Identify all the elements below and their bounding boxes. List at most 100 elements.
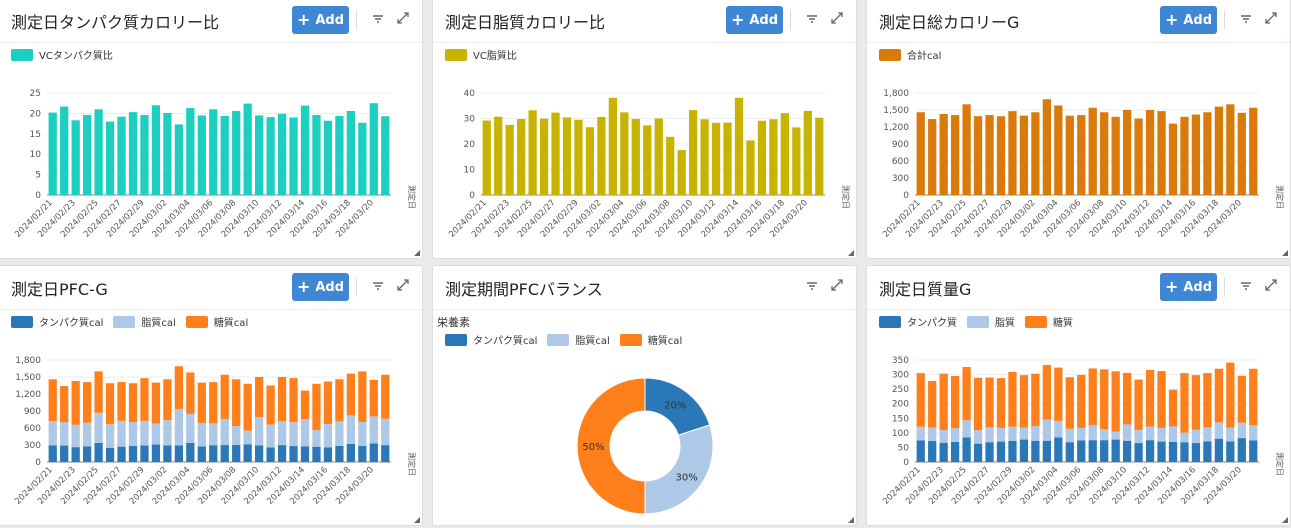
bar[interactable] — [1100, 369, 1109, 430]
bar[interactable] — [266, 117, 275, 195]
bar[interactable] — [1077, 440, 1086, 462]
bar[interactable] — [369, 379, 378, 417]
bar[interactable] — [1203, 373, 1212, 428]
bar[interactable] — [1054, 105, 1063, 195]
bar[interactable] — [996, 427, 1006, 442]
bar[interactable] — [140, 445, 149, 462]
bar[interactable] — [1123, 110, 1132, 195]
bar[interactable] — [517, 119, 526, 195]
bar[interactable] — [1214, 106, 1223, 195]
bar[interactable] — [335, 115, 344, 195]
bar[interactable] — [151, 423, 161, 445]
bar[interactable] — [928, 119, 937, 195]
bar[interactable] — [1203, 441, 1212, 462]
bar[interactable] — [243, 383, 252, 431]
bar[interactable] — [323, 120, 333, 195]
bar[interactable] — [551, 112, 560, 195]
bar[interactable] — [128, 422, 138, 447]
bar[interactable] — [1203, 427, 1212, 442]
bar[interactable] — [312, 115, 321, 195]
bar[interactable] — [1145, 110, 1155, 195]
donut-slice[interactable] — [644, 424, 714, 515]
bar[interactable] — [494, 116, 503, 195]
bar[interactable] — [1019, 375, 1029, 428]
bar[interactable] — [539, 118, 549, 195]
bar[interactable] — [1100, 429, 1109, 441]
bar[interactable] — [1008, 371, 1017, 427]
bar[interactable] — [803, 110, 812, 195]
bar[interactable] — [174, 124, 183, 195]
bar[interactable] — [255, 377, 264, 418]
resize-handle[interactable] — [414, 250, 420, 256]
bar[interactable] — [381, 116, 390, 195]
bar[interactable] — [973, 443, 983, 462]
bar[interactable] — [1008, 426, 1017, 442]
bar[interactable] — [232, 110, 241, 195]
bar[interactable] — [1180, 116, 1189, 195]
bar[interactable] — [973, 377, 983, 431]
bar[interactable] — [232, 379, 241, 427]
bar[interactable] — [174, 408, 183, 446]
bar[interactable] — [1237, 375, 1246, 423]
bar[interactable] — [1145, 369, 1155, 427]
bar[interactable] — [1180, 432, 1189, 443]
bar[interactable] — [1111, 371, 1120, 432]
bar[interactable] — [381, 445, 390, 462]
bar[interactable] — [985, 427, 994, 443]
bar[interactable] — [140, 420, 149, 446]
bar[interactable] — [1134, 118, 1143, 196]
bar[interactable] — [597, 116, 606, 195]
bar[interactable] — [117, 420, 126, 447]
bar[interactable] — [1100, 112, 1109, 195]
bar[interactable] — [1191, 429, 1201, 444]
bar[interactable] — [335, 445, 344, 462]
bar[interactable] — [220, 418, 229, 446]
bar[interactable] — [1042, 364, 1051, 420]
bar[interactable] — [266, 385, 275, 425]
bar[interactable] — [60, 386, 69, 423]
bar[interactable] — [951, 376, 960, 429]
bar[interactable] — [1249, 425, 1258, 441]
bar[interactable] — [666, 136, 675, 195]
bar[interactable] — [1191, 114, 1201, 195]
bar[interactable] — [1111, 439, 1120, 462]
bar[interactable] — [163, 112, 172, 195]
bar[interactable] — [574, 119, 583, 195]
bar[interactable] — [689, 110, 698, 195]
bar[interactable] — [1031, 426, 1040, 441]
bar[interactable] — [962, 366, 971, 421]
bar[interactable] — [358, 421, 367, 446]
bar[interactable] — [71, 380, 80, 425]
bar[interactable] — [951, 428, 960, 442]
bar[interactable] — [1111, 431, 1120, 440]
bar[interactable] — [1088, 425, 1097, 441]
bar[interactable] — [209, 445, 218, 462]
bar[interactable] — [1249, 440, 1258, 462]
bar[interactable] — [335, 379, 344, 422]
bar[interactable] — [358, 445, 367, 462]
bar[interactable] — [94, 109, 103, 195]
bar[interactable] — [197, 422, 206, 447]
bar[interactable] — [1123, 372, 1132, 425]
bar[interactable] — [985, 377, 994, 428]
bar[interactable] — [928, 441, 937, 462]
bar[interactable] — [1054, 437, 1063, 462]
bar[interactable] — [117, 382, 126, 421]
bar[interactable] — [255, 115, 264, 195]
bar[interactable] — [174, 445, 183, 462]
bar[interactable] — [1088, 368, 1097, 426]
resize-handle[interactable] — [1282, 517, 1288, 523]
bar[interactable] — [1019, 439, 1029, 462]
bar[interactable] — [585, 127, 595, 195]
bar[interactable] — [1065, 115, 1074, 195]
bar[interactable] — [140, 115, 149, 195]
bar[interactable] — [1191, 443, 1201, 462]
bar[interactable] — [769, 119, 778, 195]
bar[interactable] — [711, 122, 721, 195]
bar[interactable] — [1203, 112, 1212, 195]
bar[interactable] — [105, 424, 115, 448]
bar[interactable] — [186, 372, 195, 414]
bar[interactable] — [48, 379, 57, 422]
bar[interactable] — [1214, 368, 1223, 423]
bar[interactable] — [220, 374, 229, 419]
